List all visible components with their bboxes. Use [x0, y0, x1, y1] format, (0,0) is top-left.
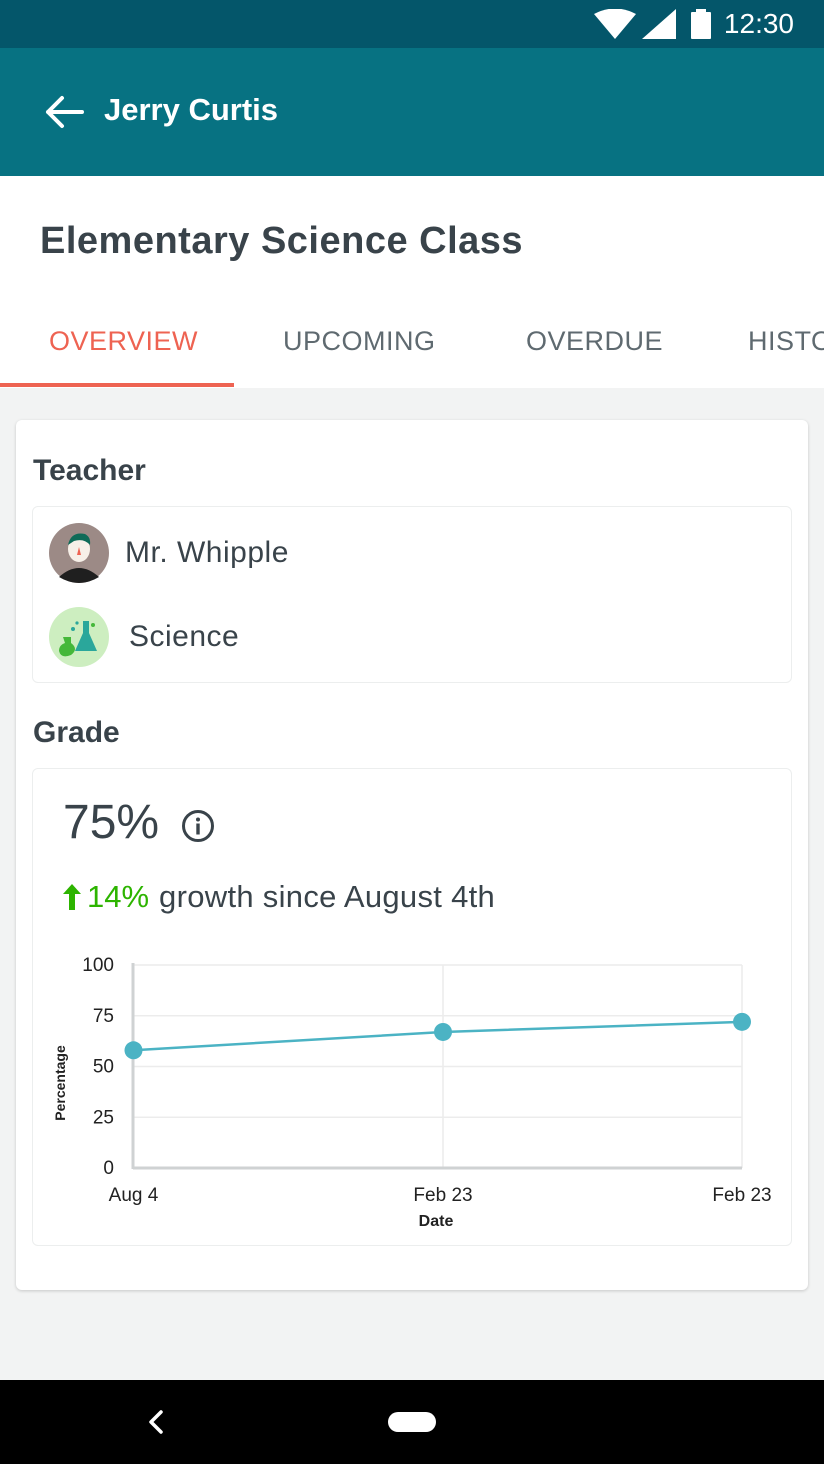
app-title: Jerry Curtis	[104, 92, 279, 127]
back-button[interactable]	[38, 86, 90, 138]
y-tick-label: 75	[93, 1006, 114, 1027]
class-title: Elementary Science Class	[40, 220, 524, 262]
status-time: 12:30	[723, 8, 794, 39]
arrow-up-icon	[63, 884, 81, 910]
status-bar: 12:30	[0, 0, 824, 48]
growth-summary: 14% growth since August 4th	[61, 879, 495, 915]
tab-upcoming[interactable]: UPCOMING	[283, 300, 436, 388]
tab-overdue[interactable]: OVERDUE	[526, 300, 663, 388]
grade-value: 75%	[63, 796, 160, 849]
teacher-row[interactable]: Mr. Whipple	[49, 523, 289, 583]
growth-text: growth since August 4th	[159, 879, 496, 914]
teacher-avatar	[49, 523, 109, 583]
tab-history[interactable]: HISTORY	[748, 300, 824, 388]
x-axis-label: Date	[419, 1213, 454, 1230]
app-bar: Jerry Curtis	[0, 48, 824, 176]
science-icon	[49, 607, 109, 667]
y-tick-label: 50	[93, 1057, 114, 1078]
grade-chart: 0 25 50 75 100 Aug 4 Feb 23 Feb 23 Date Percen…	[52, 955, 772, 1230]
class-header: Elementary Science Class OVERVIEW UPCOMI…	[0, 176, 824, 388]
grade-label: Grade	[33, 716, 120, 749]
tab-overview[interactable]: OVERVIEW	[49, 300, 198, 388]
y-tick-label: 0	[103, 1158, 114, 1179]
grade-box: 75% 14% growth since August 4th 0 25 50 75 1…	[32, 768, 792, 1246]
active-tab-indicator	[0, 383, 234, 387]
x-tick-label: Feb 23	[712, 1185, 771, 1206]
y-tick-label: 100	[82, 955, 114, 976]
wifi-icon	[593, 9, 636, 39]
data-point	[733, 1012, 751, 1031]
status-icons: 12:30	[593, 0, 794, 48]
nav-home-button[interactable]	[388, 1412, 436, 1432]
y-axis-label: Percentage	[52, 1045, 68, 1121]
y-tick-label: 25	[93, 1107, 114, 1128]
teacher-name: Mr. Whipple	[125, 536, 289, 569]
battery-icon	[690, 9, 711, 39]
growth-percent: 14%	[87, 879, 150, 914]
signal-icon	[641, 9, 676, 39]
overview-card: Teacher Mr. Whipple Science Grade 75% 14…	[16, 420, 808, 1290]
nav-back-icon[interactable]	[143, 1408, 169, 1436]
teacher-box: Mr. Whipple Science	[32, 506, 792, 683]
data-point	[124, 1041, 143, 1060]
x-tick-label: Aug 4	[109, 1185, 159, 1206]
arrow-left-icon	[46, 96, 84, 128]
x-tick-label: Feb 23	[413, 1185, 472, 1206]
info-icon[interactable]	[181, 809, 215, 843]
subject-row[interactable]: Science	[49, 607, 239, 667]
system-nav-bar	[0, 1380, 824, 1464]
teacher-label: Teacher	[33, 454, 146, 487]
data-point	[434, 1022, 452, 1041]
tab-bar: OVERVIEW UPCOMING OVERDUE HISTORY	[0, 300, 824, 388]
subject-name: Science	[129, 620, 240, 653]
